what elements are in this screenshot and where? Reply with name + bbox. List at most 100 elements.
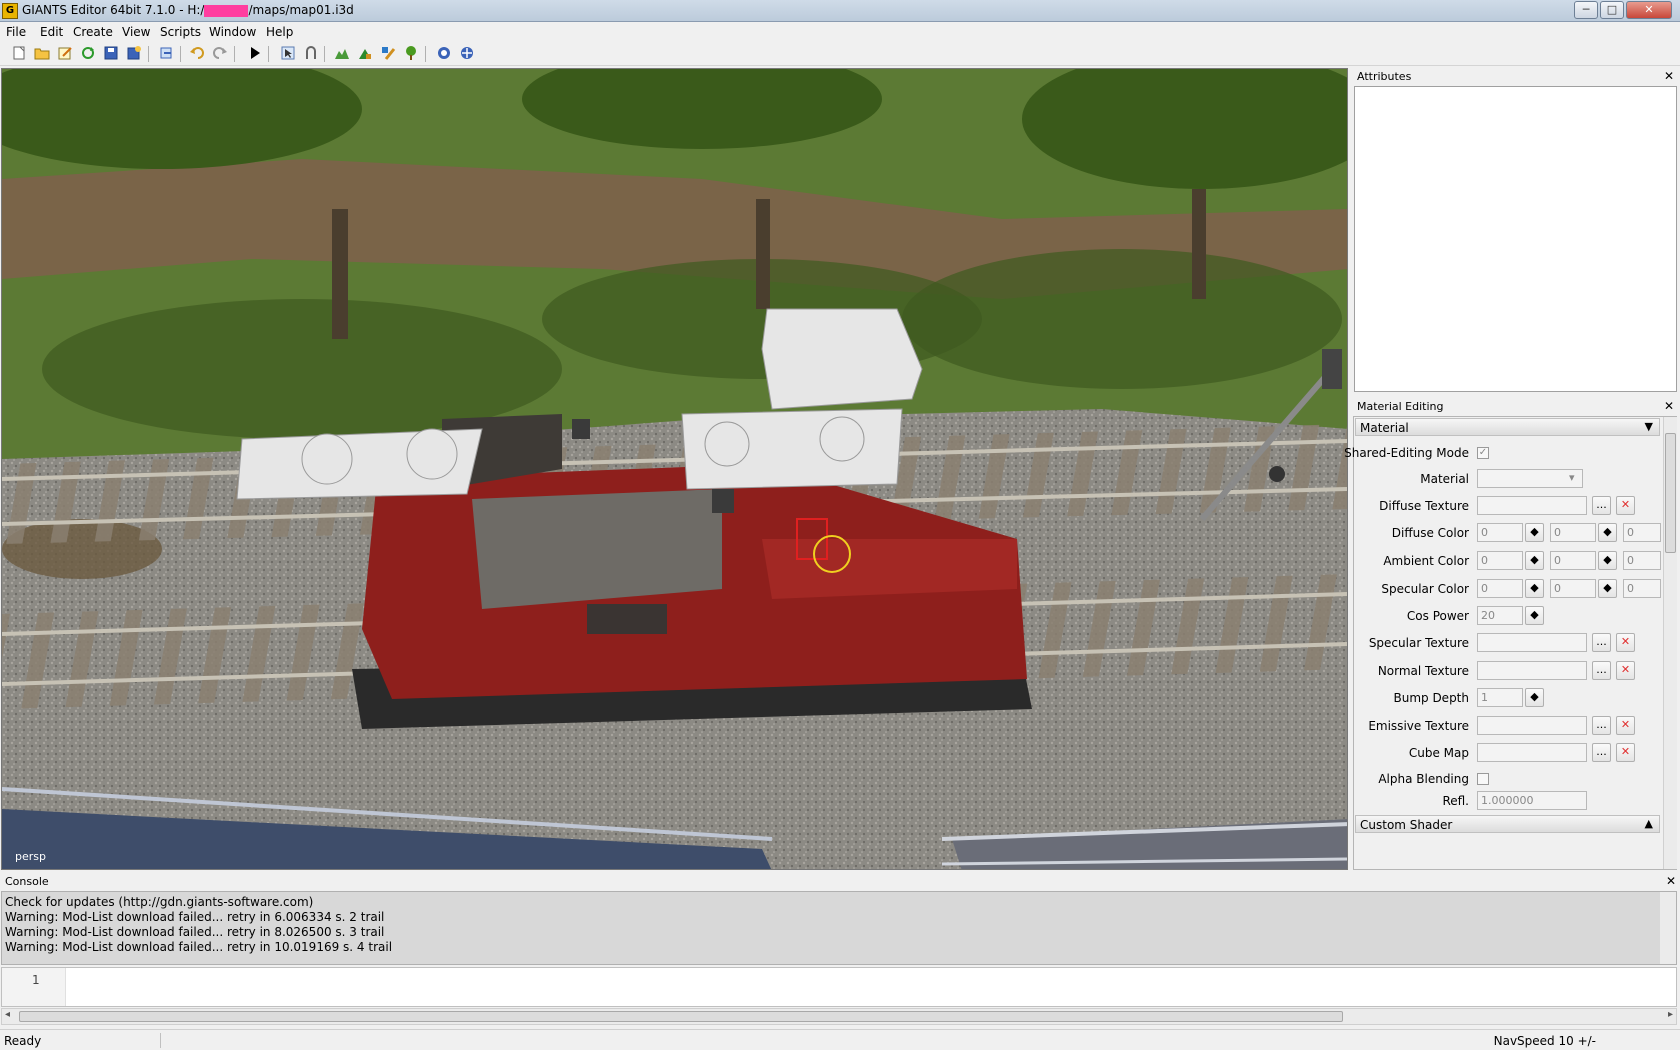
play-icon[interactable] [246,45,264,63]
cube-map-label: Cube Map [1408,746,1469,760]
settings-cycle-icon[interactable] [435,45,453,63]
status-separator [160,1033,161,1048]
menu-view[interactable]: View [122,25,150,39]
diffuse-color-r-stepper[interactable]: ◆ [1525,523,1544,542]
3d-viewport[interactable]: persp [1,68,1348,870]
specular-color-b-field[interactable]: 0 [1623,579,1661,598]
normal-texture-clear-button[interactable]: ✕ [1616,661,1635,680]
console-script-input[interactable]: 1 [1,967,1677,1007]
maximize-button[interactable]: □ [1600,1,1624,19]
shared-editing-mode-checkbox[interactable]: ✓ [1477,447,1489,459]
cos-power-stepper[interactable]: ◆ [1525,606,1544,625]
texture-paint-icon[interactable] [379,45,397,63]
alpha-blending-row: Alpha Blending [1354,767,1663,791]
scroll-right-icon[interactable]: ▸ [1668,1009,1673,1020]
material-close-icon[interactable]: ✕ [1664,399,1674,413]
emissive-texture-browse-button[interactable]: ... [1592,716,1611,735]
diffuse-texture-browse-button[interactable]: ... [1592,496,1611,515]
attributes-panel-title: Attributes [1357,70,1412,83]
ambient-color-g-stepper[interactable]: ◆ [1598,551,1617,570]
foliage-paint-icon[interactable] [356,45,374,63]
edit-icon[interactable] [56,45,74,63]
menu-window[interactable]: Window [209,25,256,39]
network-icon[interactable] [458,45,476,63]
specular-color-g-field[interactable]: 0 [1550,579,1596,598]
diffuse-texture-clear-button[interactable]: ✕ [1616,496,1635,515]
cos-power-field[interactable]: 20 [1477,606,1523,625]
scrollbar-thumb[interactable] [1665,433,1676,553]
specular-color-r-stepper[interactable]: ◆ [1525,579,1544,598]
cube-map-field[interactable] [1477,743,1587,762]
menu-help[interactable]: Help [266,25,293,39]
toolbar-separator [234,46,235,62]
new-file-icon[interactable] [10,45,28,63]
alpha-blending-checkbox[interactable] [1477,773,1489,785]
console-line: Warning: Mod-List download failed... ret… [5,940,393,954]
camera-label: persp [15,850,46,863]
console-horizontal-scrollbar[interactable]: ◂ ▸ [1,1008,1677,1025]
expand-arrow-icon[interactable]: ▲ [1645,817,1653,830]
refl-field[interactable]: 1.000000 [1477,791,1587,810]
alpha-blending-label: Alpha Blending [1378,772,1469,786]
open-file-icon[interactable] [33,45,51,63]
normal-texture-browse-button[interactable]: ... [1592,661,1611,680]
giants-app-icon: G [2,3,18,19]
cube-map-clear-button[interactable]: ✕ [1616,743,1635,762]
collapse-arrow-icon[interactable]: ▼ [1645,420,1653,433]
ambient-color-g-field[interactable]: 0 [1550,551,1596,570]
material-panel-scrollbar[interactable] [1663,417,1677,869]
bump-depth-stepper[interactable]: ◆ [1525,688,1544,707]
normal-texture-label: Normal Texture [1377,664,1469,678]
navspeed-indicator: NavSpeed 10 +/- [1493,1034,1596,1048]
material-select[interactable] [1477,469,1583,488]
bump-depth-field[interactable]: 1 [1477,688,1523,707]
diffuse-color-b-field[interactable]: 0 [1623,523,1661,542]
export-icon[interactable] [157,45,175,63]
ambient-color-r-field[interactable]: 0 [1477,551,1523,570]
ambient-color-b-field[interactable]: 0 [1623,551,1661,570]
save-icon[interactable] [102,45,120,63]
minimize-button[interactable]: ─ [1574,1,1598,19]
console-close-icon[interactable]: ✕ [1666,874,1676,888]
status-bar: Ready NavSpeed 10 +/- [0,1029,1680,1050]
close-window-button[interactable]: ✕ [1626,1,1672,19]
redo-icon[interactable] [211,45,229,63]
terrain-paint-icon[interactable] [333,45,351,63]
ambient-color-r-stepper[interactable]: ◆ [1525,551,1544,570]
diffuse-color-g-stepper[interactable]: ◆ [1598,523,1617,542]
scroll-left-icon[interactable]: ◂ [5,1009,10,1020]
console-scrollbar[interactable] [1660,892,1676,964]
menu-bar: File Edit Create View Scripts Window Hel… [0,22,1680,42]
select-mode-icon[interactable] [279,45,297,63]
specular-color-r-field[interactable]: 0 [1477,579,1523,598]
specular-color-g-stepper[interactable]: ◆ [1598,579,1617,598]
save-as-icon[interactable] [125,45,143,63]
normal-texture-field[interactable] [1477,661,1587,680]
refresh-icon[interactable] [79,45,97,63]
bump-depth-label: Bump Depth [1393,691,1469,705]
emissive-texture-clear-button[interactable]: ✕ [1616,716,1635,735]
tree-paint-icon[interactable] [402,45,420,63]
diffuse-color-r-field[interactable]: 0 [1477,523,1523,542]
cos-power-row: Cos Power 20 ◆ [1354,604,1663,628]
material-section-header[interactable]: Material ▼ [1355,418,1660,436]
diffuse-color-g-field[interactable]: 0 [1550,523,1596,542]
specular-texture-browse-button[interactable]: ... [1592,633,1611,652]
title-bar[interactable]: G GIANTS Editor 64bit 7.1.0 - H:/ /maps/m… [0,0,1680,22]
custom-shader-section-header[interactable]: Custom Shader ▲ [1355,815,1660,833]
material-section-label: Material [1360,421,1409,435]
specular-texture-clear-button[interactable]: ✕ [1616,633,1635,652]
attributes-close-icon[interactable]: ✕ [1664,69,1674,83]
cube-map-browse-button[interactable]: ... [1592,743,1611,762]
menu-edit[interactable]: Edit [40,25,63,39]
specular-texture-field[interactable] [1477,633,1587,652]
menu-scripts[interactable]: Scripts [160,25,201,39]
menu-create[interactable]: Create [73,25,113,39]
undo-icon[interactable] [188,45,206,63]
menu-file[interactable]: File [6,25,26,39]
diffuse-color-label: Diffuse Color [1391,526,1469,540]
scrollbar-thumb[interactable] [19,1011,1343,1022]
diffuse-texture-field[interactable] [1477,496,1587,515]
emissive-texture-field[interactable] [1477,716,1587,735]
translate-mode-icon[interactable] [302,45,320,63]
